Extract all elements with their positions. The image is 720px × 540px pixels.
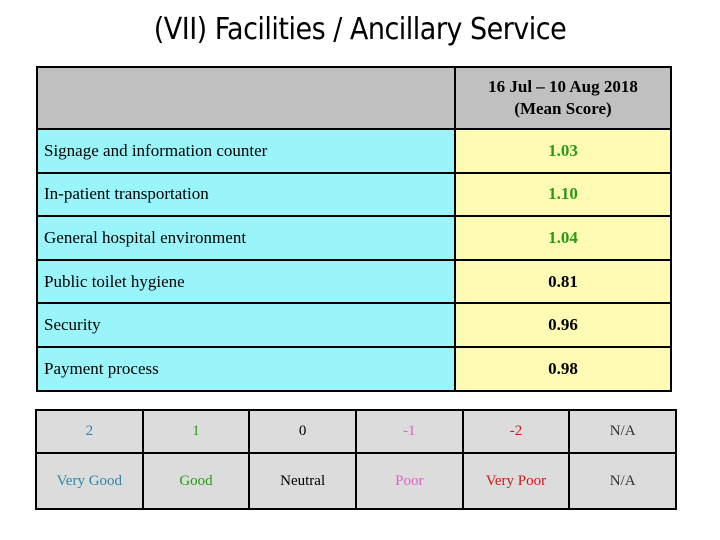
legend-score: -2 <box>461 409 571 454</box>
table-row: In-patient transportation 1.10 <box>36 171 672 218</box>
legend-label: Very Poor <box>461 452 571 510</box>
mean-score-value: 0.96 <box>454 302 672 348</box>
legend-label: Very Good <box>35 452 144 510</box>
mean-score-value: 1.04 <box>454 215 672 261</box>
mean-score-table: 16 Jul – 10 Aug 2018 (Mean Score) Signag… <box>36 66 672 392</box>
table-row: Payment process 0.98 <box>36 345 672 392</box>
table-row: General hospital environment 1.04 <box>36 215 672 261</box>
item-label: Signage and information counter <box>36 128 456 174</box>
mean-score-value: 0.98 <box>454 345 672 392</box>
legend-score: N/A <box>568 409 677 454</box>
mean-score-value: 1.10 <box>454 171 672 218</box>
legend-label: Neutral <box>248 452 357 510</box>
item-label: Security <box>36 302 456 348</box>
table-row: Public toilet hygiene 0.81 <box>36 258 672 305</box>
legend-label-row: Very Good Good Neutral Poor Very Poor N/A <box>35 452 677 510</box>
legend-label: Poor <box>354 452 464 510</box>
legend-score: -1 <box>354 409 464 454</box>
item-label: General hospital environment <box>36 215 456 261</box>
mean-score-value: 1.03 <box>454 128 672 174</box>
period-subtitle: (Mean Score) <box>514 99 612 118</box>
item-label: Public toilet hygiene <box>36 258 456 305</box>
mean-score-value: 0.81 <box>454 258 672 305</box>
legend-score: 2 <box>35 409 144 454</box>
table-header-row: 16 Jul – 10 Aug 2018 (Mean Score) <box>36 66 672 130</box>
legend-score-row: 2 1 0 -1 -2 N/A <box>35 409 677 454</box>
legend-score: 1 <box>141 409 251 454</box>
period-dates: 16 Jul – 10 Aug 2018 <box>488 77 638 96</box>
legend-score: 0 <box>248 409 357 454</box>
header-blank-cell <box>36 66 456 130</box>
period-header: 16 Jul – 10 Aug 2018 (Mean Score) <box>454 66 672 130</box>
score-legend-table: 2 1 0 -1 -2 N/A Very Good Good Neutral Poor Very … <box>35 409 677 510</box>
table-row: Signage and information counter 1.03 <box>36 128 672 174</box>
table-row: Security 0.96 <box>36 302 672 348</box>
legend-label: Good <box>141 452 251 510</box>
legend-label: N/A <box>568 452 677 510</box>
page-title: (VII) Facilities / Ancillary Service <box>153 12 567 47</box>
item-label: In-patient transportation <box>36 171 456 218</box>
item-label: Payment process <box>36 345 456 392</box>
